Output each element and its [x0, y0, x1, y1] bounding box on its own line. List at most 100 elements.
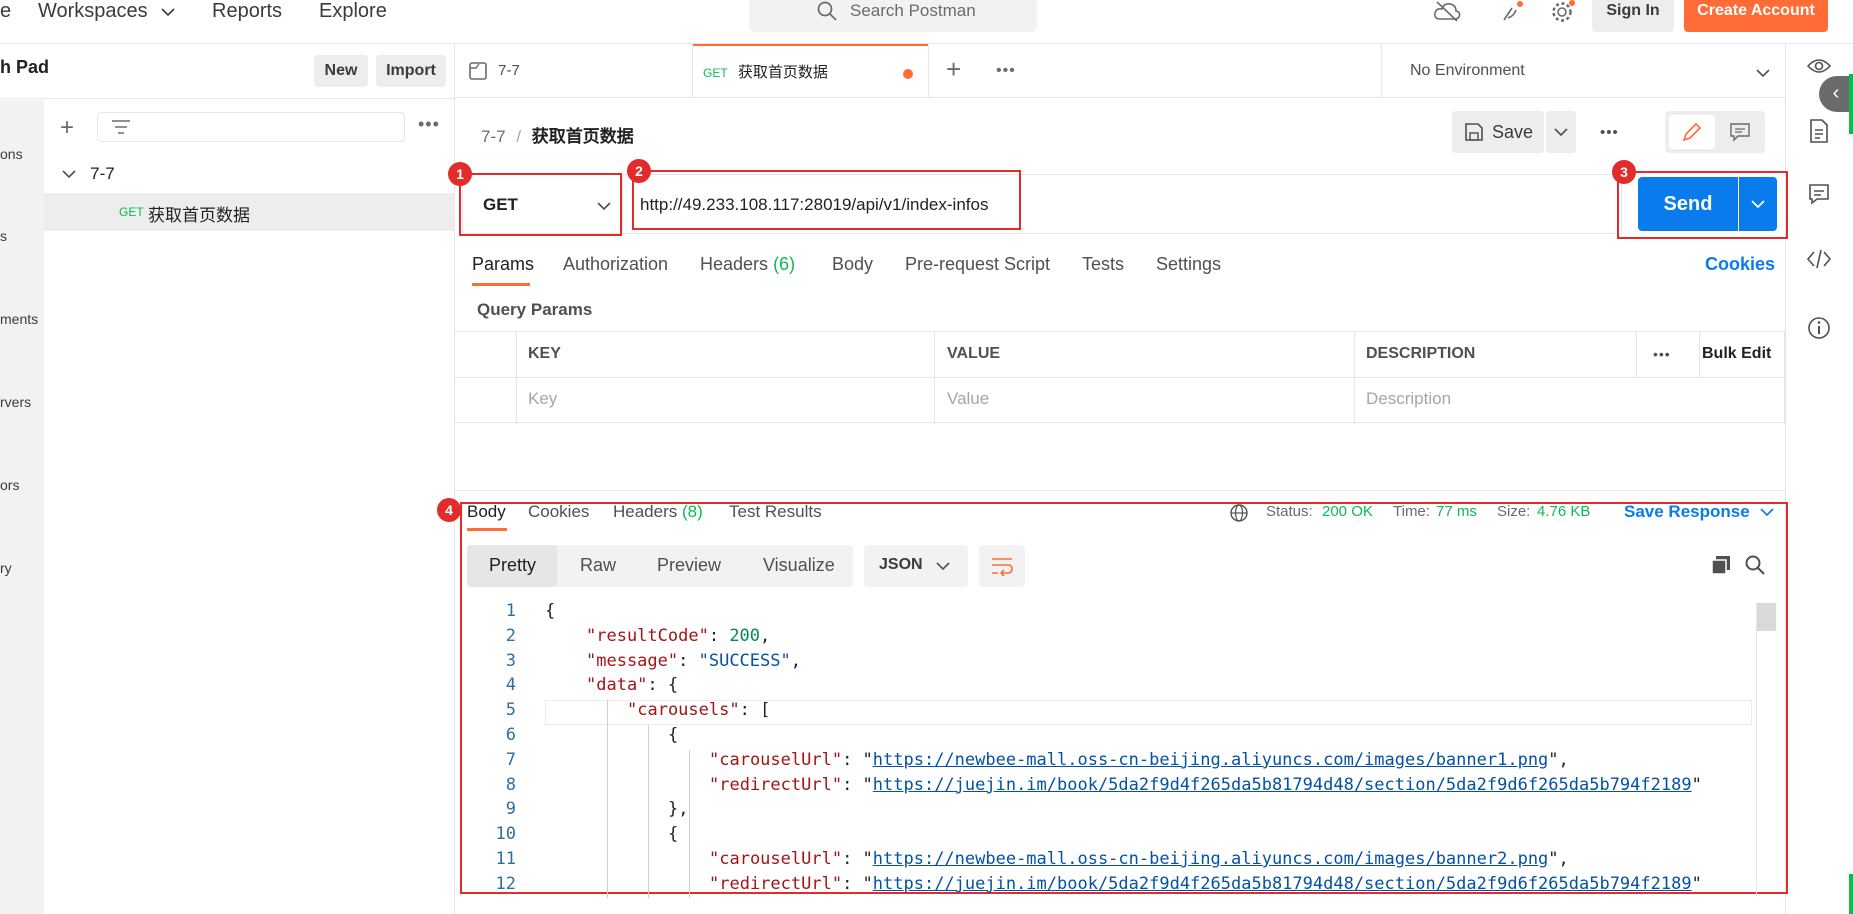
sign-in-button[interactable]: Sign In — [1592, 0, 1674, 32]
sidebar-request-item[interactable]: GET 获取首页数据 — [44, 193, 455, 231]
rail-mock-servers-label[interactable]: rvers — [0, 394, 31, 410]
code-icon[interactable] — [1804, 248, 1834, 278]
tab-headers-label: Headers — [700, 254, 769, 274]
save-dropdown-button[interactable] — [1546, 111, 1576, 153]
globe-icon[interactable] — [1229, 503, 1249, 527]
request-name: 获取首页数据 — [148, 206, 250, 225]
json-key: "message" — [586, 650, 679, 671]
format-preview[interactable]: Preview — [657, 555, 721, 576]
response-tab-body[interactable]: Body — [467, 502, 507, 531]
tab-headers[interactable]: Headers (6) — [700, 254, 795, 275]
response-tab-test-results[interactable]: Test Results — [729, 502, 822, 522]
rail-environments-label[interactable]: ments — [0, 311, 38, 327]
breadcrumb-separator: / — [516, 127, 522, 146]
time-value[interactable]: 77 ms — [1436, 503, 1477, 520]
format-visualize[interactable]: Visualize — [763, 555, 835, 576]
size-value[interactable]: 4.76 KB — [1537, 503, 1590, 520]
param-key-input[interactable]: Key — [528, 389, 557, 409]
new-button[interactable]: New — [314, 55, 368, 87]
filter-input[interactable] — [97, 112, 405, 142]
chevron-left-icon: ‹ — [1832, 82, 1840, 104]
chevron-down-icon — [936, 562, 950, 571]
status-label: Status: — [1266, 503, 1313, 520]
tab-params[interactable]: Params — [472, 254, 534, 286]
tab-more-icon[interactable]: ••• — [996, 62, 1016, 80]
breadcrumb-parent[interactable]: 7-7 — [481, 127, 506, 146]
query-params-title: Query Params — [477, 300, 593, 319]
annotation-box-method — [459, 173, 622, 236]
param-value-input[interactable]: Value — [947, 389, 989, 409]
minimap-scroll-thumb[interactable] — [1756, 603, 1776, 631]
save-response-label: Save Response — [1624, 502, 1750, 521]
tab-body[interactable]: Body — [832, 254, 873, 275]
add-icon[interactable]: + — [60, 114, 74, 142]
cookies-link[interactable]: Cookies — [1705, 254, 1775, 275]
response-tab-headers[interactable]: Headers (8) — [613, 502, 703, 522]
more-options-icon[interactable]: ••• — [418, 114, 440, 135]
comments-icon[interactable] — [1804, 182, 1834, 212]
annotation-badge-3: 3 — [1612, 160, 1636, 184]
json-url[interactable]: https://juejin.im/book/5da2f9d4f265da5b8… — [873, 874, 1692, 894]
save-button[interactable]: Save — [1452, 111, 1544, 153]
status-value[interactable]: 200 OK — [1322, 503, 1373, 520]
size-label: Size: — [1497, 503, 1531, 520]
response-tab-cookies[interactable]: Cookies — [528, 502, 589, 522]
nav-explore[interactable]: Explore — [319, 0, 387, 22]
json-url[interactable]: https://newbee-mall.oss-cn-beijing.aliyu… — [873, 750, 1549, 770]
wrap-lines-button[interactable] — [979, 545, 1025, 587]
table-more-icon[interactable]: ••• — [1653, 346, 1671, 362]
search-response-icon[interactable] — [1744, 554, 1766, 580]
code-line: { — [545, 601, 555, 621]
environment-select[interactable]: No Environment — [1382, 44, 1785, 98]
bulk-edit-button[interactable]: Bulk Edit — [1702, 345, 1771, 363]
language-select[interactable]: JSON — [864, 545, 968, 587]
collection-7-7[interactable]: 7-7 — [62, 164, 115, 184]
tab-authorization[interactable]: Authorization — [563, 254, 668, 275]
rail-collections-label[interactable]: ons — [0, 146, 23, 162]
active-tab-indicator — [472, 283, 530, 286]
rail-history-label[interactable]: ry — [0, 560, 12, 576]
collection-icon — [469, 62, 487, 80]
filter-icon — [112, 120, 130, 134]
tab-prerequest-script[interactable]: Pre-request Script — [905, 254, 1050, 275]
nav-reports[interactable]: Reports — [212, 0, 282, 22]
nav-workspaces[interactable]: Workspaces — [38, 0, 175, 22]
gear-icon[interactable] — [1548, 0, 1578, 26]
create-account-button[interactable]: Create Account — [1684, 0, 1828, 32]
json-key: "carouselUrl" — [709, 849, 843, 869]
param-description-input[interactable]: Description — [1366, 389, 1451, 409]
code-punct: { — [668, 725, 679, 745]
json-key: "redirectUrl" — [709, 774, 843, 795]
copy-icon[interactable] — [1710, 554, 1732, 580]
request-more-icon[interactable]: ••• — [1600, 124, 1619, 141]
code-punct: }, — [668, 799, 689, 820]
sidebar-icon-rail — [0, 100, 44, 914]
code-line: "data": { — [586, 675, 678, 695]
workspace-title: h Pad — [0, 57, 50, 77]
documentation-icon[interactable] — [1804, 118, 1834, 148]
tab-active-request[interactable]: GET 获取首页数据 — [693, 44, 928, 98]
comment-mode-button[interactable] — [1721, 115, 1761, 149]
tab-tests[interactable]: Tests — [1082, 254, 1124, 275]
nav-home-truncated[interactable]: e — [0, 0, 11, 22]
response-body-viewer[interactable]: 1 {2 "resultCode": 200, 3 "message": "SUCCES… — [470, 601, 1770, 898]
import-button[interactable]: Import — [376, 55, 446, 87]
save-response-button[interactable]: Save Response — [1624, 502, 1774, 522]
json-url[interactable]: https://juejin.im/book/5da2f9d4f265da5b8… — [873, 775, 1692, 795]
tab-label: 获取首页数据 — [737, 64, 828, 81]
rail-apis-label[interactable]: s — [0, 228, 7, 244]
json-url[interactable]: https://newbee-mall.oss-cn-beijing.aliyu… — [873, 849, 1549, 869]
new-tab-icon[interactable]: + — [946, 54, 961, 85]
cloud-offline-icon[interactable] — [1432, 0, 1462, 26]
format-pretty[interactable]: Pretty — [489, 555, 536, 576]
chevron-down-icon — [1760, 508, 1774, 517]
line-number: 3 — [505, 650, 516, 671]
tab-collection-7-7[interactable]: 7-7 — [468, 44, 692, 98]
tab-settings[interactable]: Settings — [1156, 254, 1221, 275]
edit-mode-button[interactable] — [1669, 115, 1715, 149]
satellite-icon[interactable] — [1498, 0, 1528, 26]
format-raw[interactable]: Raw — [580, 555, 616, 576]
rail-monitors-label[interactable]: ors — [0, 477, 19, 493]
search-input[interactable]: Search Postman — [749, 0, 1037, 32]
info-icon[interactable] — [1804, 315, 1834, 345]
